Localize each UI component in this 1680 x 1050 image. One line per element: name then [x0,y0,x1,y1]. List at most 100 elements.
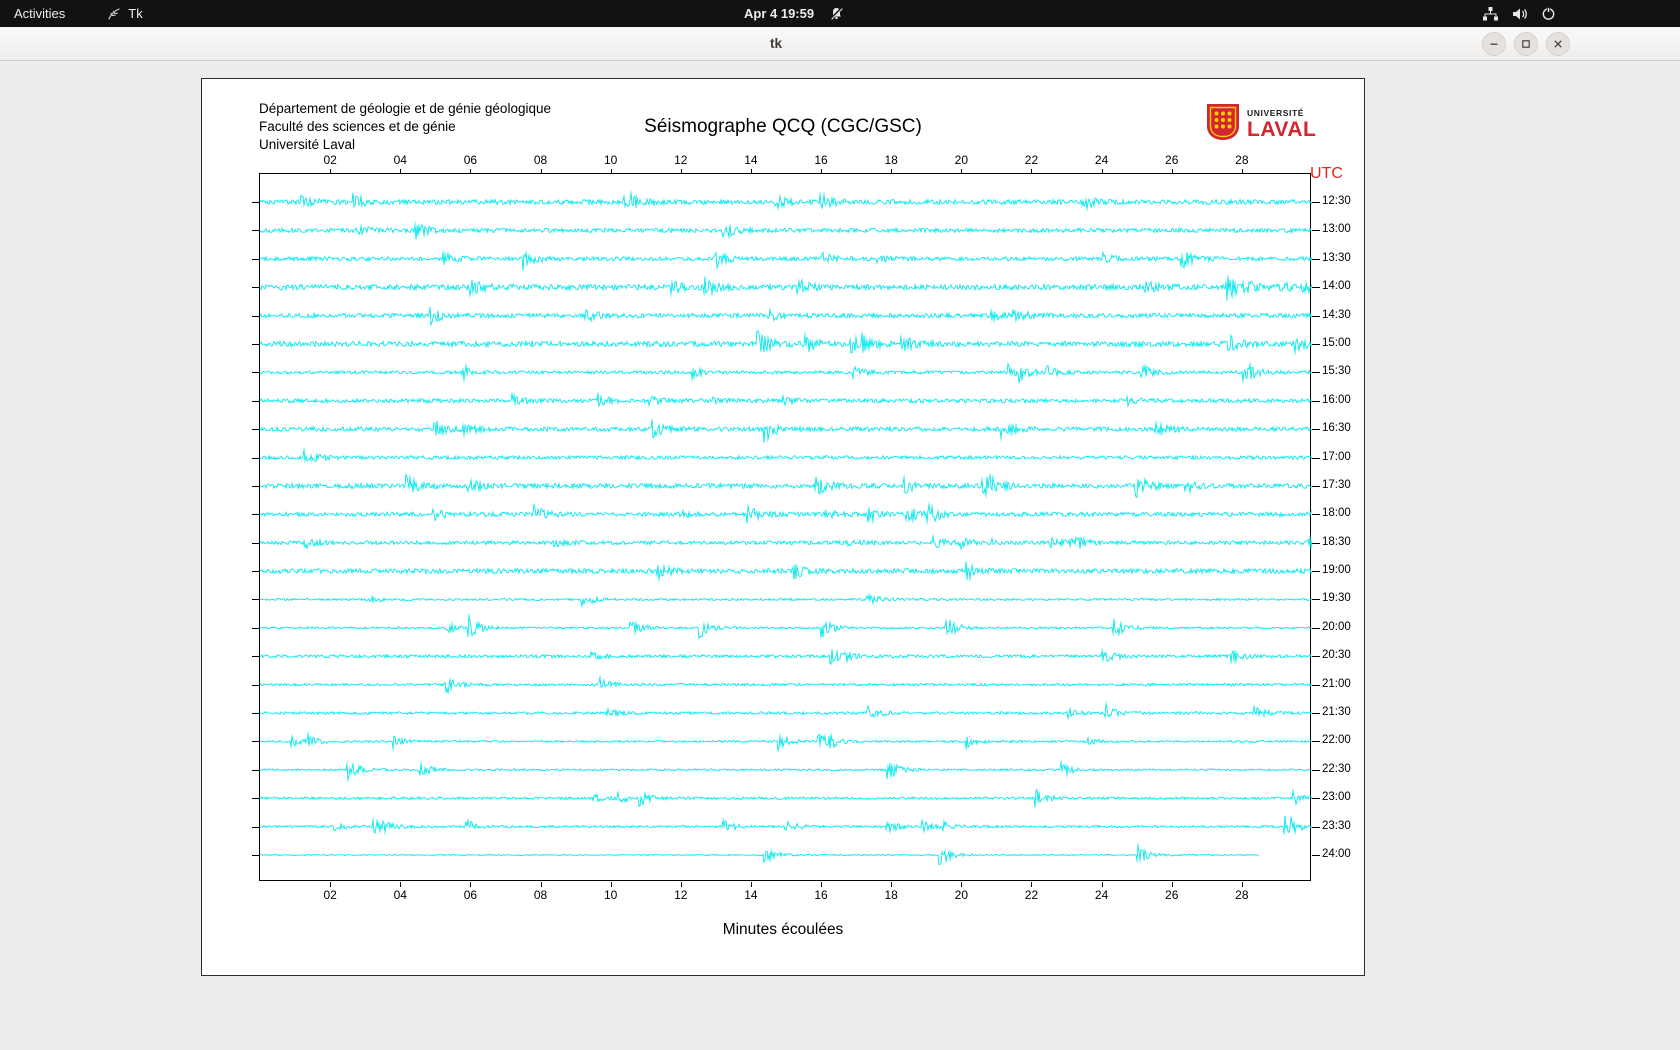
x-axis-tick-label-top: 04 [388,153,412,167]
trace-start-tick [252,827,260,828]
trace-start-tick [252,372,260,373]
trace-time-label: 13:00 [1322,223,1351,235]
trace-time-label: 19:30 [1322,592,1351,604]
x-axis-tick-label-top: 18 [879,153,903,167]
trace-start-tick [252,770,260,771]
trace-time-label: 18:30 [1322,536,1351,548]
x-axis-tick-bottom [400,882,401,887]
trace-end-tick [1312,429,1320,430]
x-axis-tick-label-top: 02 [318,153,342,167]
trace-end-tick [1312,656,1320,657]
x-axis-tick-top [470,169,471,174]
x-axis-tick-top [891,169,892,174]
x-axis-tick-top [681,169,682,174]
institution-line: Université Laval [259,136,551,154]
maximize-button[interactable] [1514,32,1538,56]
x-axis-tick-top [821,169,822,174]
x-axis-tick-bottom [541,882,542,887]
trace-end-tick [1312,599,1320,600]
trace-start-tick [252,401,260,402]
trace-start-tick [252,656,260,657]
trace-time-label: 12:30 [1322,195,1351,207]
trace-start-tick [252,741,260,742]
close-button[interactable] [1546,32,1570,56]
trace-start-tick [252,344,260,345]
x-axis-tick-bottom [330,882,331,887]
trace-end-tick [1312,287,1320,288]
trace-start-tick [252,202,260,203]
gnome-top-bar: Activities Tk Apr 4 19:59 [0,0,1680,27]
x-axis-tick-label-bottom: 08 [529,888,553,902]
system-status-area[interactable] [1482,0,1556,27]
window-titlebar[interactable]: tk [0,27,1680,61]
x-axis-tick-label-top: 14 [739,153,763,167]
trace-end-tick [1312,458,1320,459]
x-axis-tick-bottom [1242,882,1243,887]
x-axis-tick-top [541,169,542,174]
trace-end-tick [1312,798,1320,799]
trace-time-label: 17:30 [1322,479,1351,491]
trace-time-label: 22:30 [1322,763,1351,775]
x-axis-tick-label-bottom: 14 [739,888,763,902]
x-axis-tick-label-bottom: 20 [949,888,973,902]
trace-start-tick [252,230,260,231]
trace-time-label: 14:30 [1322,309,1351,321]
x-axis-tick-top [400,169,401,174]
trace-end-tick [1312,230,1320,231]
trace-time-label: 22:00 [1322,734,1351,746]
trace-end-tick [1312,855,1320,856]
x-axis-tick-bottom [961,882,962,887]
x-axis-tick-label-bottom: 04 [388,888,412,902]
x-axis-tick-label-top: 24 [1090,153,1114,167]
trace-start-tick [252,571,260,572]
activities-button[interactable]: Activities [14,6,65,21]
minimize-button[interactable] [1482,32,1506,56]
x-axis-tick-label-top: 06 [458,153,482,167]
x-axis-tick-bottom [470,882,471,887]
x-axis-tick-label-bottom: 16 [809,888,833,902]
x-axis-tick-bottom [681,882,682,887]
trace-end-tick [1312,344,1320,345]
x-axis-tick-top [330,169,331,174]
trace-end-tick [1312,571,1320,572]
tk-window-content: Département de géologie et de génie géol… [0,61,1680,1050]
x-axis-tick-top [1242,169,1243,174]
trace-time-label: 14:00 [1322,280,1351,292]
x-axis-tick-label-bottom: 02 [318,888,342,902]
clock-menu[interactable]: Apr 4 19:59 [744,0,844,27]
x-axis-tick-bottom [891,882,892,887]
trace-time-label: 21:00 [1322,678,1351,690]
trace-start-tick [252,599,260,600]
trace-end-tick [1312,685,1320,686]
focused-app-indicator[interactable]: Tk [107,6,142,21]
x-axis-tick-top [1172,169,1173,174]
trace-end-tick [1312,372,1320,373]
trace-start-tick [252,458,260,459]
trace-start-tick [252,685,260,686]
trace-end-tick [1312,259,1320,260]
network-icon [1482,7,1499,21]
trace-time-label: 13:30 [1322,252,1351,264]
focused-app-name: Tk [128,6,142,21]
x-axis-tick-label-top: 22 [1019,153,1043,167]
x-axis-tick-top [611,169,612,174]
trace-time-label: 16:00 [1322,394,1351,406]
x-axis-tick-label-top: 28 [1230,153,1254,167]
trace-end-tick [1312,741,1320,742]
trace-end-tick [1312,543,1320,544]
x-axis-tick-label-top: 20 [949,153,973,167]
x-axis-tick-bottom [821,882,822,887]
trace-start-tick [252,259,260,260]
trace-end-tick [1312,514,1320,515]
x-axis-tick-label-top: 12 [669,153,693,167]
trace-start-tick [252,429,260,430]
trace-time-label: 24:00 [1322,848,1351,860]
trace-time-label: 23:00 [1322,791,1351,803]
trace-time-label: 23:30 [1322,820,1351,832]
x-axis-tick-label-bottom: 06 [458,888,482,902]
x-axis-tick-label-bottom: 28 [1230,888,1254,902]
x-axis-tick-label-top: 26 [1160,153,1184,167]
x-axis-tick-top [1102,169,1103,174]
trace-start-tick [252,316,260,317]
x-axis-tick-label-bottom: 22 [1019,888,1043,902]
